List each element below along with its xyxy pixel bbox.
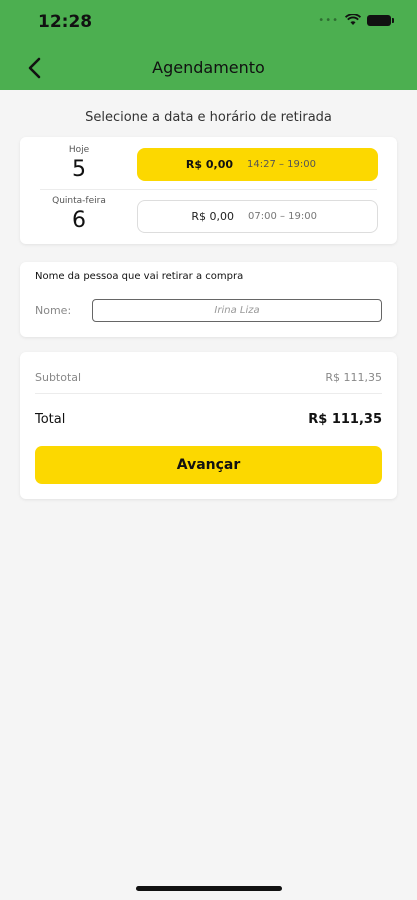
divider <box>35 393 382 394</box>
advance-button[interactable]: Avançar <box>35 446 382 484</box>
divider <box>40 189 377 190</box>
subtotal-row: Subtotal R$ 111,35 <box>35 371 382 384</box>
app-header: 12:28 ••• Agendamento <box>0 0 417 90</box>
slot-price: R$ 0,00 <box>185 158 233 171</box>
time-slot-today[interactable]: R$ 0,00 14:27 – 19:00 <box>137 148 378 181</box>
day-label: Quinta-feira <box>52 196 106 206</box>
total-value: R$ 111,35 <box>308 412 382 427</box>
wifi-icon <box>345 14 361 25</box>
slot-time-range: 14:27 – 19:00 <box>247 159 316 170</box>
day-label: Hoje <box>68 145 90 155</box>
total-label: Total <box>35 412 66 427</box>
schedule-instruction: Selecione a data e horário de retirada <box>85 110 332 125</box>
order-summary-card: Subtotal R$ 111,35 Total R$ 111,35 Avanç… <box>20 352 397 499</box>
total-row: Total R$ 111,35 <box>35 412 382 427</box>
day-thursday: Quinta-feira 6 <box>48 196 110 233</box>
page-title: Agendamento <box>152 58 265 77</box>
signal-icon: ••• <box>318 14 339 26</box>
name-input[interactable] <box>92 299 382 322</box>
pickup-person-card: Nome da pessoa que vai retirar a compra … <box>20 262 397 337</box>
status-icons: ••• <box>318 14 394 26</box>
day-today: Hoje 5 <box>48 145 110 182</box>
subtotal-label: Subtotal <box>35 371 82 384</box>
name-label: Nome: <box>35 304 72 317</box>
day-number: 5 <box>72 157 86 182</box>
battery-icon <box>367 14 394 26</box>
slot-price: R$ 0,00 <box>191 210 234 223</box>
slot-time-range: 07:00 – 19:00 <box>248 211 317 222</box>
day-number: 6 <box>72 208 86 233</box>
pickup-person-label: Nome da pessoa que vai retirar a compra <box>35 271 244 282</box>
status-time: 12:28 <box>38 12 93 32</box>
subtotal-value: R$ 111,35 <box>325 371 382 384</box>
schedule-card: Hoje 5 R$ 0,00 14:27 – 19:00 Quinta-feir… <box>20 137 397 244</box>
time-slot-thursday[interactable]: R$ 0,00 07:00 – 19:00 <box>137 200 378 233</box>
home-indicator <box>136 886 282 891</box>
